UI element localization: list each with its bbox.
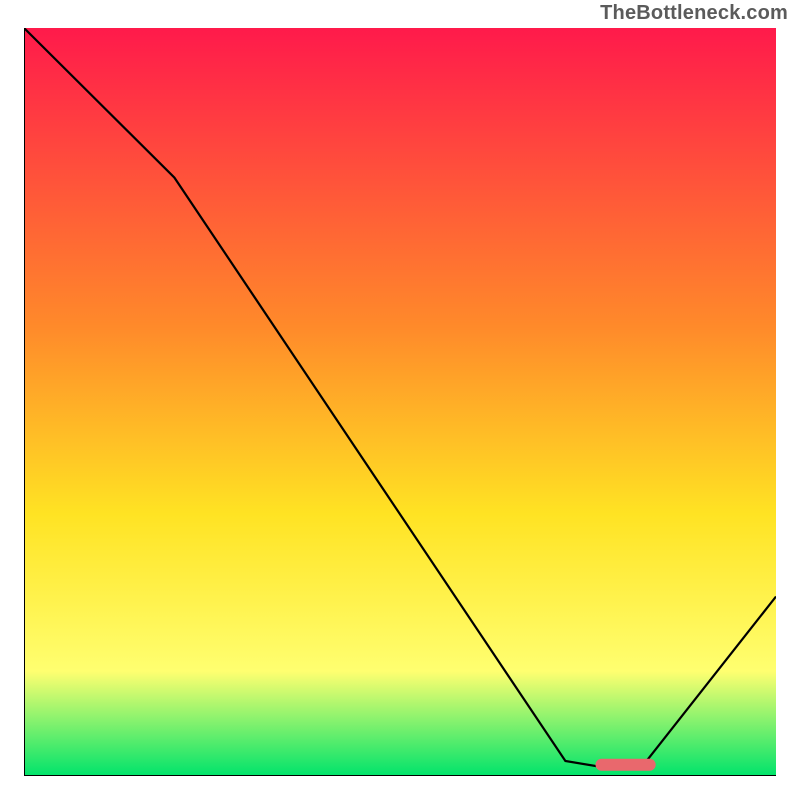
- chart-svg: [24, 28, 776, 776]
- optimal-marker: [596, 759, 656, 771]
- watermark-text: TheBottleneck.com: [600, 2, 788, 25]
- plot-area: [24, 28, 776, 776]
- chart-container: TheBottleneck.com: [0, 0, 800, 800]
